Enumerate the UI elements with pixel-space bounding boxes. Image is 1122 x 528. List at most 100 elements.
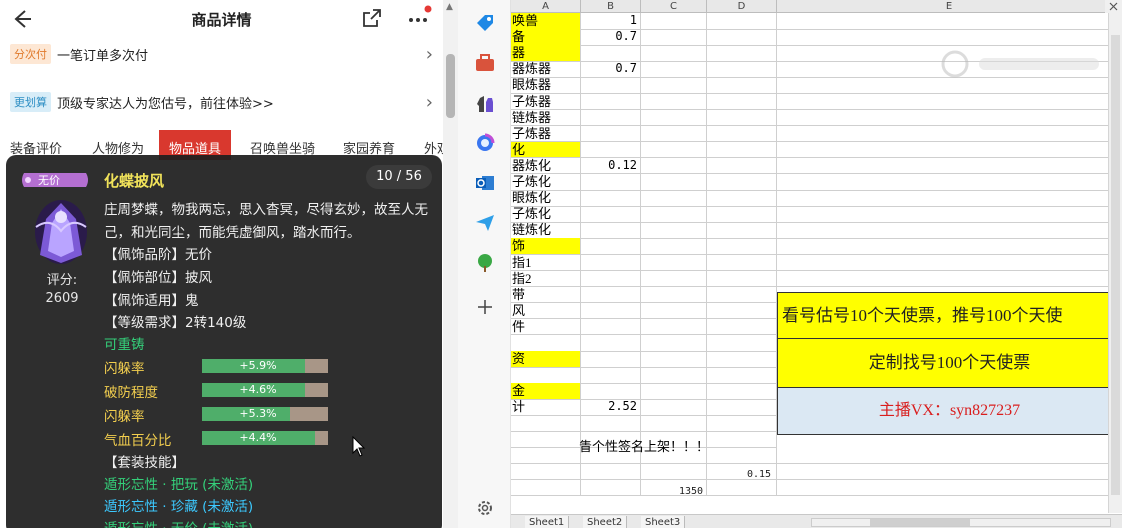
scroll-thumb[interactable] — [1111, 35, 1120, 495]
cell-c[interactable] — [641, 125, 707, 143]
cell-d[interactable] — [707, 238, 777, 255]
cell-b[interactable] — [581, 77, 641, 94]
cell-b[interactable] — [581, 383, 641, 400]
cell-a[interactable]: 链炼化 — [511, 222, 581, 239]
appraisal-banner[interactable]: 看号估号10个天使票，推号100个天使 — [777, 292, 1122, 339]
cell-c[interactable] — [641, 270, 707, 288]
cell-a[interactable]: 指1 — [511, 254, 581, 272]
tree-icon[interactable] — [474, 252, 496, 274]
cell-e[interactable] — [777, 13, 1122, 30]
cell-c[interactable] — [641, 286, 707, 304]
cell-d[interactable] — [707, 383, 777, 400]
cell-b[interactable] — [581, 367, 641, 384]
copilot-icon[interactable] — [474, 132, 496, 154]
cell-a[interactable]: 子炼化 — [511, 174, 581, 191]
column-header-a[interactable]: A — [511, 0, 581, 13]
cell-e[interactable] — [777, 238, 1122, 255]
column-header-b[interactable]: B — [581, 0, 641, 13]
cell-b[interactable] — [581, 463, 641, 481]
contact-banner[interactable]: 主播VX：syn827237 — [777, 388, 1122, 435]
cell-c[interactable] — [641, 415, 707, 433]
cell-d[interactable] — [707, 447, 777, 465]
cell-b[interactable] — [581, 270, 641, 288]
cell-d[interactable] — [707, 61, 777, 78]
cell-a[interactable]: 带 — [511, 286, 581, 304]
cell-c[interactable] — [641, 254, 707, 272]
cell-b[interactable]: 0.7 — [581, 61, 641, 78]
signature-text[interactable]: 眚个性签名上架！！！ — [579, 436, 709, 455]
cell-d[interactable] — [707, 45, 777, 62]
cell-b[interactable] — [581, 415, 641, 433]
cell-d[interactable] — [707, 13, 777, 30]
cell-a[interactable]: 金 — [511, 383, 581, 400]
cell-d[interactable] — [707, 125, 777, 143]
horizontal-scrollbar[interactable] — [811, 518, 1111, 527]
cell-d[interactable] — [707, 399, 777, 416]
cell-a[interactable] — [511, 431, 581, 449]
cell-e[interactable] — [777, 254, 1122, 272]
cell-d[interactable] — [707, 318, 777, 336]
cell-a[interactable]: 风 — [511, 302, 581, 320]
cell-d[interactable] — [707, 222, 777, 239]
cell-e[interactable] — [777, 125, 1122, 143]
cell-a[interactable]: 计 — [511, 399, 581, 416]
cell-c[interactable] — [641, 13, 707, 30]
cell-c[interactable] — [641, 45, 707, 62]
custom-search-banner[interactable]: 定制找号100个天使票 — [777, 339, 1122, 388]
cell-c[interactable] — [641, 77, 707, 94]
cell-d[interactable] — [707, 254, 777, 272]
cell-d[interactable] — [707, 109, 777, 127]
cell-c[interactable] — [641, 157, 707, 175]
cell-b[interactable] — [581, 222, 641, 239]
cell-d[interactable] — [707, 286, 777, 304]
cell-e[interactable] — [777, 190, 1122, 207]
more-icon[interactable] — [406, 4, 432, 30]
cell-d[interactable] — [707, 141, 777, 159]
cell-d[interactable] — [707, 206, 777, 223]
cell-b[interactable] — [581, 190, 641, 207]
cell-a[interactable]: 指2 — [511, 270, 581, 288]
cell-a[interactable]: 子炼化 — [511, 206, 581, 223]
cell-e[interactable] — [777, 479, 1122, 497]
column-header-d[interactable]: D — [707, 0, 777, 13]
cell-b[interactable] — [581, 125, 641, 143]
cell-a[interactable] — [511, 479, 581, 497]
cell-b[interactable] — [581, 174, 641, 191]
cell-c[interactable] — [641, 399, 707, 416]
cell-a[interactable]: 饰 — [511, 238, 581, 255]
cell-d[interactable] — [707, 335, 777, 352]
cell-c[interactable] — [641, 141, 707, 159]
cell-b[interactable] — [581, 479, 641, 497]
cell-d-value[interactable]: 0.15 — [747, 469, 771, 480]
cell-b[interactable]: 0.7 — [581, 29, 641, 46]
cell-a[interactable]: 器 — [511, 45, 581, 62]
cell-d[interactable] — [707, 157, 777, 175]
cell-d[interactable] — [707, 93, 777, 111]
add-icon[interactable] — [474, 296, 496, 318]
cell-d[interactable] — [707, 479, 777, 497]
send-icon[interactable] — [474, 212, 496, 234]
cell-a[interactable]: 唤兽 — [511, 13, 581, 30]
cell-a[interactable] — [511, 447, 581, 465]
cell-d[interactable] — [707, 431, 777, 449]
cell-b[interactable] — [581, 45, 641, 62]
cell-d[interactable] — [707, 302, 777, 320]
cell-c[interactable] — [641, 93, 707, 111]
toolbox-icon[interactable] — [474, 52, 496, 74]
cell-e[interactable] — [777, 206, 1122, 223]
cell-c[interactable] — [641, 29, 707, 46]
cell-d[interactable] — [707, 367, 777, 384]
close-icon[interactable] — [1105, 0, 1122, 13]
cell-b[interactable] — [581, 141, 641, 159]
cell-a[interactable]: 链炼器 — [511, 109, 581, 127]
cell-b[interactable]: 0.12 — [581, 157, 641, 175]
outlook-icon[interactable] — [474, 172, 496, 194]
cell-e[interactable] — [777, 174, 1122, 191]
cell-c[interactable] — [641, 190, 707, 207]
cell-b[interactable] — [581, 335, 641, 352]
cell-d[interactable] — [707, 351, 777, 368]
cell-a[interactable]: 资 — [511, 351, 581, 368]
scroll-thumb[interactable] — [446, 54, 455, 118]
cell-e[interactable] — [777, 222, 1122, 239]
cell-a[interactable]: 化 — [511, 141, 581, 159]
